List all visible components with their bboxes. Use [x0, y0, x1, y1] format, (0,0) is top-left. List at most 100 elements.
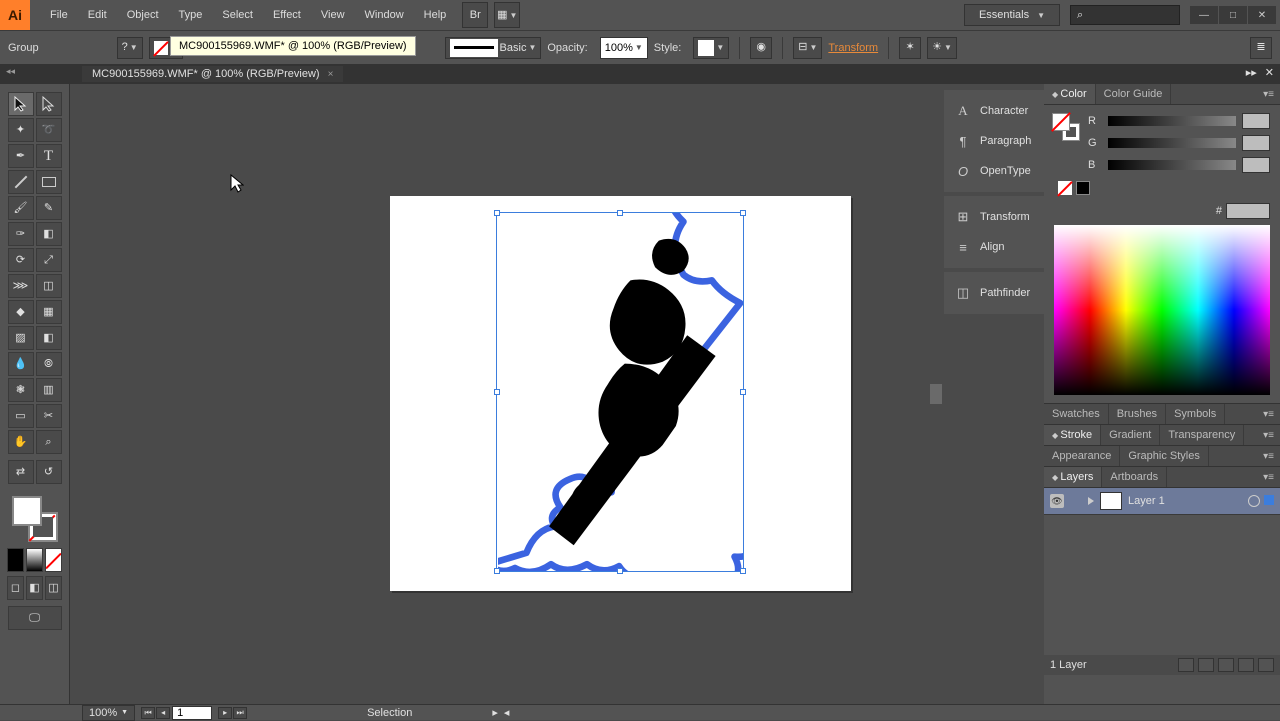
selection-tool[interactable]: [8, 92, 34, 116]
menu-select[interactable]: Select: [212, 3, 263, 27]
first-artboard-icon[interactable]: ⏮: [141, 707, 155, 719]
zoom-dropdown[interactable]: 100%▼: [82, 705, 135, 721]
panel-pathfinder[interactable]: ◫Pathfinder: [946, 278, 1042, 308]
menu-file[interactable]: File: [40, 3, 78, 27]
artboard-number-input[interactable]: 1: [172, 706, 212, 720]
search-input[interactable]: ⌕: [1070, 5, 1180, 25]
canvas[interactable]: [70, 84, 944, 706]
pencil-tool[interactable]: ✎: [36, 196, 62, 220]
black-swatch-icon[interactable]: [1076, 181, 1090, 195]
select-similar-dropdown[interactable]: ☀▼: [927, 37, 957, 59]
menu-edit[interactable]: Edit: [78, 3, 117, 27]
eraser-tool[interactable]: ◧: [36, 222, 62, 246]
window-maximize-button[interactable]: □: [1219, 6, 1247, 24]
expand-dock-icon[interactable]: ▸▸: [1246, 66, 1257, 79]
visibility-toggle-icon[interactable]: 👁: [1050, 494, 1064, 508]
panel-transform[interactable]: ⊞Transform: [946, 202, 1042, 232]
free-transform-tool[interactable]: ◫: [36, 274, 62, 298]
layer-row[interactable]: 👁 Layer 1: [1044, 488, 1280, 515]
tab-symbols[interactable]: Symbols: [1166, 404, 1225, 424]
artboard-tool[interactable]: ▭: [8, 404, 34, 428]
delete-layer-icon[interactable]: [1258, 658, 1274, 672]
fill-default-icon[interactable]: ⇄: [8, 460, 34, 484]
tab-color-guide[interactable]: Color Guide: [1096, 84, 1172, 104]
handle-s[interactable]: [617, 568, 623, 574]
layer-name[interactable]: Layer 1: [1128, 495, 1165, 507]
value-r-input[interactable]: [1242, 113, 1270, 129]
handle-se[interactable]: [740, 568, 746, 574]
tab-stroke[interactable]: Stroke: [1044, 425, 1101, 445]
gradient-tool[interactable]: ◧: [36, 326, 62, 350]
new-layer-icon[interactable]: [1238, 658, 1254, 672]
align-dropdown[interactable]: ⊟▼: [793, 37, 822, 59]
fill-swatch-dropdown[interactable]: ?▼: [117, 37, 143, 59]
shape-builder-tool[interactable]: ◆: [8, 300, 34, 324]
zoom-tool[interactable]: ⌕: [36, 430, 62, 454]
panel-menu-icon[interactable]: ▾≡: [1257, 87, 1280, 102]
style-dropdown[interactable]: ▼: [693, 37, 729, 59]
menu-object[interactable]: Object: [117, 3, 169, 27]
document-tab-close-icon[interactable]: ×: [328, 69, 334, 80]
collapse-dock-icon[interactable]: ◂◂: [6, 66, 15, 77]
menu-effect[interactable]: Effect: [263, 3, 311, 27]
arrange-documents-icon[interactable]: ▦▼: [494, 2, 520, 28]
bridge-icon[interactable]: Br: [462, 2, 488, 28]
make-clipping-mask-icon[interactable]: [1198, 658, 1214, 672]
window-close-button[interactable]: ✕: [1248, 6, 1276, 24]
screen-mode-button[interactable]: 🖵: [8, 606, 62, 630]
direct-selection-tool[interactable]: [36, 92, 62, 116]
pen-tool[interactable]: ✒: [8, 144, 34, 168]
color-spectrum[interactable]: [1054, 225, 1270, 395]
hex-input[interactable]: [1226, 203, 1270, 219]
status-disclosure-icon[interactable]: ▸: [492, 706, 498, 719]
menu-type[interactable]: Type: [169, 3, 213, 27]
mesh-tool[interactable]: ▨: [8, 326, 34, 350]
panel-menu-icon[interactable]: ▾≡: [1257, 470, 1280, 485]
rectangle-tool[interactable]: [36, 170, 62, 194]
fill-stroke-indicator[interactable]: [12, 496, 58, 542]
menu-window[interactable]: Window: [355, 3, 414, 27]
handle-n[interactable]: [617, 210, 623, 216]
none-swatch-icon[interactable]: [1058, 181, 1072, 195]
workspace-switcher[interactable]: Essentials▼: [964, 4, 1060, 26]
color-mode-icon[interactable]: [7, 548, 24, 572]
tab-graphic-styles[interactable]: Graphic Styles: [1120, 446, 1209, 466]
magic-wand-tool[interactable]: ✦: [8, 118, 34, 142]
color-fillstroke-icon[interactable]: [1052, 113, 1080, 141]
line-tool[interactable]: [8, 170, 34, 194]
draw-normal-icon[interactable]: ◻: [7, 576, 24, 600]
tab-layers[interactable]: Layers: [1044, 467, 1102, 487]
next-artboard-icon[interactable]: ▸: [218, 707, 232, 719]
tab-artboards[interactable]: Artboards: [1102, 467, 1167, 487]
menu-view[interactable]: View: [311, 3, 355, 27]
rotate-tool[interactable]: ⟳: [8, 248, 34, 272]
selection-bounding-box[interactable]: [496, 212, 744, 572]
handle-e[interactable]: [740, 389, 746, 395]
slider-b[interactable]: [1108, 160, 1236, 170]
blob-brush-tool[interactable]: ✑: [8, 222, 34, 246]
panel-menu-icon[interactable]: ▾≡: [1257, 407, 1280, 422]
perspective-grid-tool[interactable]: ▦: [36, 300, 62, 324]
none-mode-icon[interactable]: [45, 548, 62, 572]
control-menu-icon[interactable]: ≣: [1250, 37, 1272, 59]
prev-artboard-icon[interactable]: ◂: [156, 707, 170, 719]
column-graph-tool[interactable]: ▥: [36, 378, 62, 402]
panel-align[interactable]: ≡Align: [946, 232, 1042, 262]
paintbrush-tool[interactable]: 🖌: [8, 196, 34, 220]
draw-behind-icon[interactable]: ◧: [26, 576, 43, 600]
tab-color[interactable]: Color: [1044, 84, 1096, 104]
draw-inside-icon[interactable]: ◫: [45, 576, 62, 600]
scale-tool[interactable]: ⤢: [36, 248, 62, 272]
transform-link[interactable]: Transform: [828, 42, 878, 54]
tab-brushes[interactable]: Brushes: [1109, 404, 1166, 424]
slider-g[interactable]: [1108, 138, 1236, 148]
document-tab[interactable]: MC900155969.WMF* @ 100% (RGB/Preview) ×: [82, 66, 343, 82]
vertical-scrollbar[interactable]: [928, 84, 944, 706]
menu-help[interactable]: Help: [414, 3, 457, 27]
tab-gradient[interactable]: Gradient: [1101, 425, 1160, 445]
window-minimize-button[interactable]: —: [1190, 6, 1218, 24]
fill-swap-icon[interactable]: ↺: [36, 460, 62, 484]
locate-object-icon[interactable]: [1178, 658, 1194, 672]
hscroll-left-icon[interactable]: ◂: [504, 706, 510, 719]
gradient-mode-icon[interactable]: [26, 548, 43, 572]
